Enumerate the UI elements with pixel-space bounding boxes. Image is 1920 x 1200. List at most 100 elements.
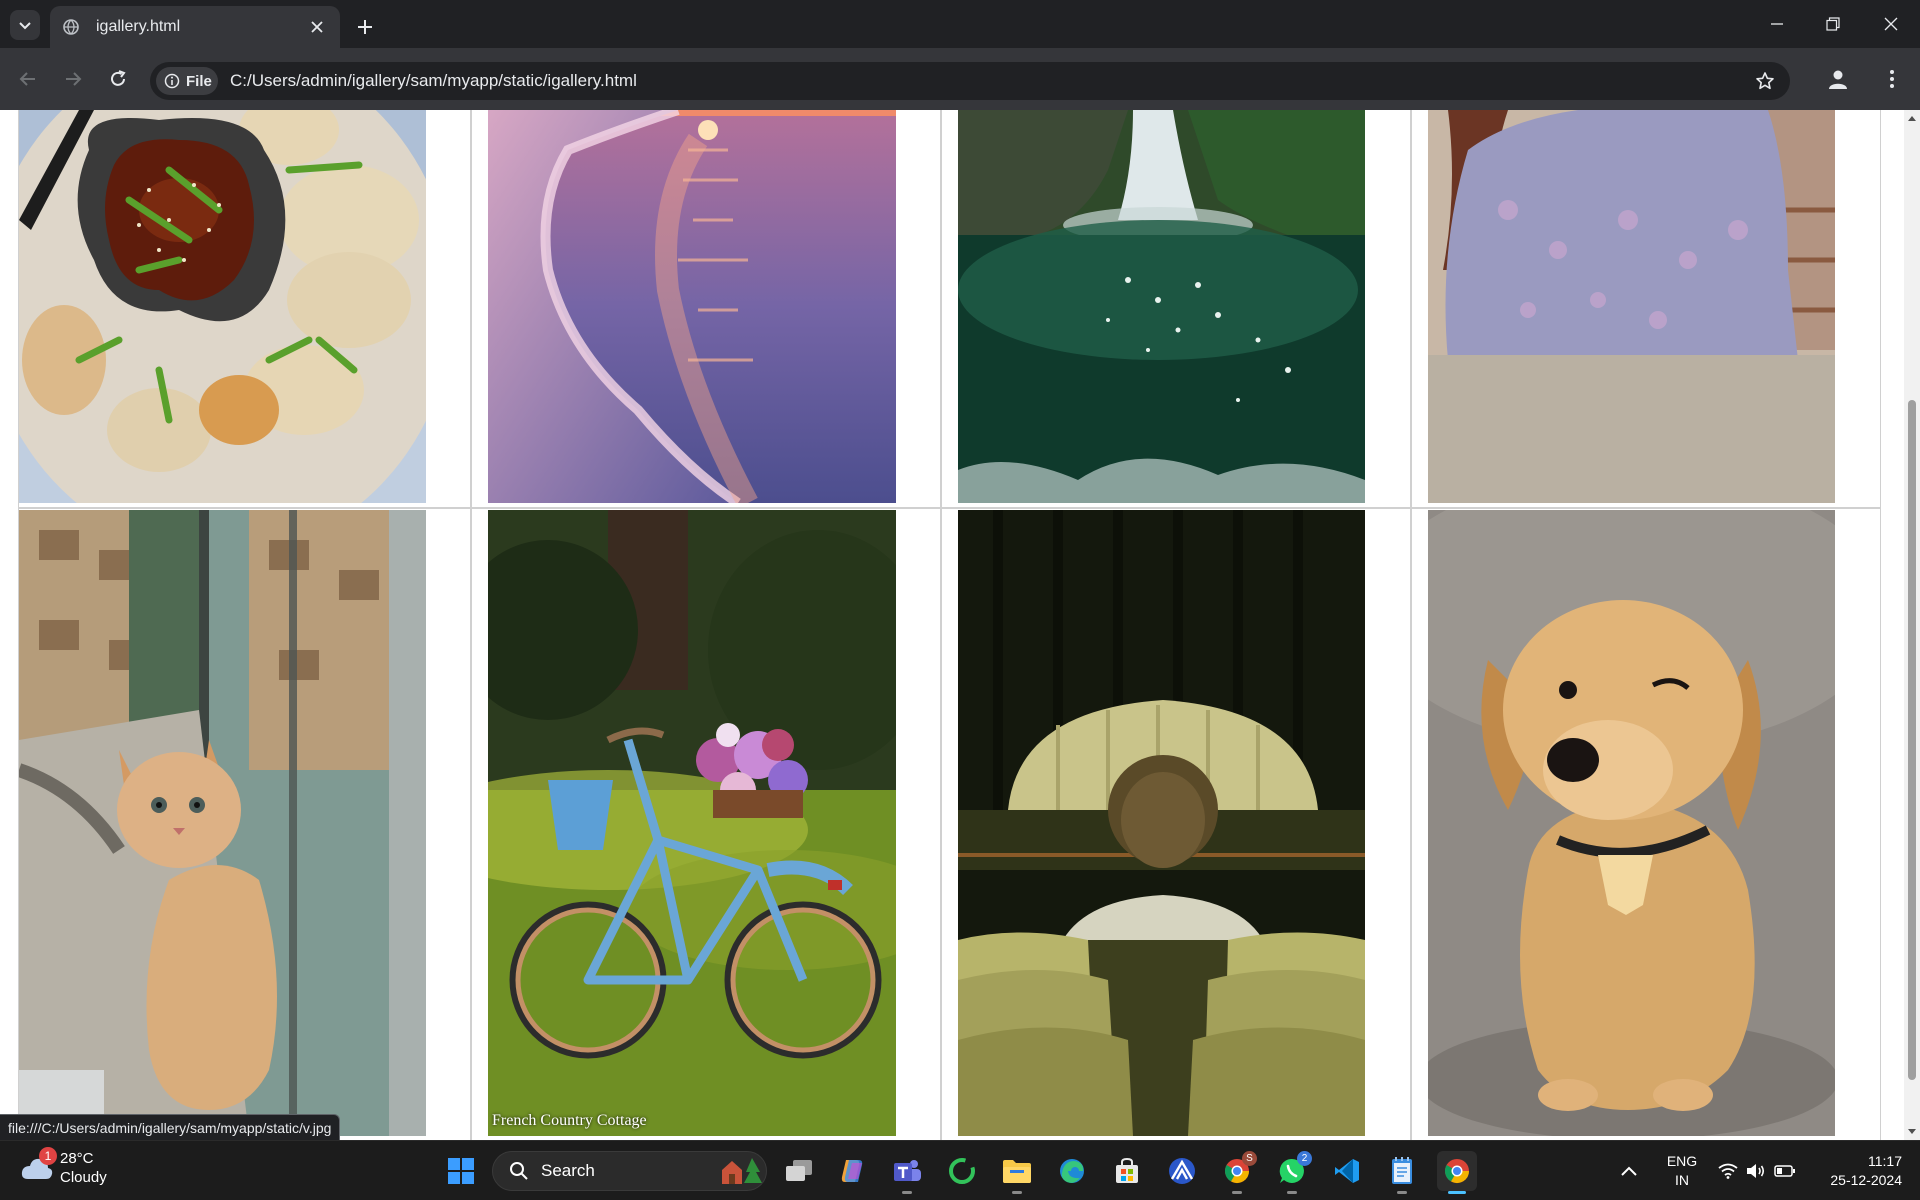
gallery-image-waterfall[interactable] (958, 110, 1365, 503)
profile-badge: S (1242, 1151, 1257, 1166)
notification-badge: 2 (1297, 1151, 1312, 1166)
tab-title: igallery.html (96, 18, 181, 35)
weather-condition: Cloudy (60, 1169, 107, 1186)
clock-date: 25-12-2024 (1830, 1172, 1902, 1188)
menu-dots-icon (1890, 70, 1894, 88)
language-indicator[interactable]: ENG IN (1662, 1152, 1702, 1190)
vertical-scrollbar[interactable] (1904, 110, 1920, 1140)
copilot-icon (841, 1160, 863, 1182)
running-indicator (1287, 1191, 1297, 1194)
new-tab-button[interactable] (350, 12, 380, 42)
back-button[interactable] (12, 63, 44, 95)
windows-start-icon (448, 1158, 474, 1184)
wifi-icon (1718, 1163, 1738, 1179)
restore-icon (1826, 17, 1840, 31)
region-code: IN (1675, 1172, 1689, 1188)
start-button[interactable] (441, 1151, 481, 1191)
scroll-up-arrow[interactable] (1908, 114, 1916, 122)
chip-label: File (186, 72, 212, 90)
clock-time: 11:17 (1868, 1153, 1902, 1169)
running-indicator (1397, 1191, 1407, 1194)
clock[interactable]: 11:17 25-12-2024 (1810, 1152, 1902, 1190)
url-text[interactable]: C:/Users/admin/igallery/sam/myapp/static… (230, 71, 637, 91)
close-icon[interactable] (306, 16, 328, 38)
active-tab[interactable]: igallery.html (50, 6, 340, 48)
language-code: ENG (1666, 1153, 1698, 1169)
speaker-icon (1747, 1164, 1765, 1178)
minimize-icon (1771, 23, 1783, 25)
gallery-image-theater[interactable] (958, 510, 1365, 1136)
search-label: Search (541, 1161, 595, 1180)
taskbar-search[interactable]: Search (492, 1151, 767, 1191)
running-indicator (1012, 1191, 1022, 1194)
search-icon (510, 1162, 528, 1180)
info-icon (164, 73, 180, 89)
chrome-icon (1444, 1159, 1469, 1184)
notepad-button[interactable] (1382, 1151, 1422, 1194)
back-arrow-icon (19, 72, 35, 86)
link-status-bar: file:///C:/Users/admin/igallery/sam/myap… (0, 1114, 341, 1140)
weather-badge: 1 (39, 1147, 57, 1165)
app-blue-button[interactable] (1162, 1151, 1202, 1191)
holiday-house-icon (722, 1158, 762, 1184)
edge-icon (1060, 1159, 1084, 1183)
reload-icon (111, 70, 126, 86)
app-circle-icon (949, 1158, 975, 1184)
tab-search-button[interactable] (10, 10, 40, 40)
app-green-button[interactable] (942, 1151, 982, 1191)
battery-icon (1774, 1165, 1795, 1177)
reload-button[interactable] (102, 63, 134, 95)
gallery-image-bicycle[interactable]: French Country Cottage (488, 510, 896, 1136)
chrome-profile-button[interactable]: S (1217, 1151, 1257, 1194)
tab-search-icon (19, 22, 31, 30)
minimize-button[interactable] (1754, 8, 1800, 40)
copilot-button[interactable] (832, 1151, 872, 1191)
gallery-image-dumplings[interactable] (19, 110, 426, 503)
image-caption: French Country Cottage (492, 1112, 647, 1129)
gallery-image-kitten[interactable] (19, 510, 426, 1136)
teams-button[interactable] (887, 1151, 927, 1194)
running-indicator (902, 1191, 912, 1194)
volume-status[interactable] (1746, 1141, 1766, 1200)
page-viewport: French Country Cottage (0, 110, 1920, 1140)
wifi-status[interactable] (1718, 1141, 1738, 1200)
teams-icon (894, 1160, 921, 1181)
active-indicator (1448, 1191, 1466, 1194)
bookmark-button[interactable] (1754, 70, 1776, 92)
site-info-chip[interactable]: File (156, 67, 218, 95)
address-bar[interactable]: File C:/Users/admin/igallery/sam/myapp/s… (150, 62, 1790, 100)
vscode-icon (1335, 1159, 1359, 1183)
globe-icon (62, 18, 80, 36)
app-peak-icon (1169, 1158, 1195, 1184)
forward-arrow-icon (66, 72, 82, 86)
profile-button[interactable] (1822, 63, 1854, 95)
task-view-icon (786, 1160, 812, 1181)
notepad-icon (1392, 1157, 1412, 1184)
weather-temp: 28°C (60, 1150, 94, 1167)
store-icon (1116, 1157, 1138, 1183)
gallery-image-puppy[interactable] (1428, 510, 1835, 1136)
close-window-icon (1884, 17, 1898, 31)
menu-button[interactable] (1876, 63, 1908, 95)
vscode-button[interactable] (1327, 1151, 1367, 1191)
battery-status[interactable] (1774, 1141, 1796, 1200)
tray-overflow-button[interactable] (1620, 1141, 1638, 1200)
folder-icon (1003, 1160, 1031, 1183)
scrollbar-thumb[interactable] (1908, 400, 1916, 1080)
forward-button[interactable] (57, 63, 89, 95)
edge-button[interactable] (1052, 1151, 1092, 1191)
restore-button[interactable] (1810, 8, 1856, 40)
whatsapp-button[interactable]: 2 (1272, 1151, 1312, 1194)
star-icon (1756, 72, 1774, 90)
chrome-button[interactable] (1437, 1151, 1477, 1194)
store-button[interactable] (1107, 1151, 1147, 1191)
gallery-image-person[interactable] (1428, 110, 1835, 503)
scroll-down-arrow[interactable] (1908, 1128, 1916, 1136)
plus-icon (358, 20, 372, 34)
weather-widget[interactable]: 1 28°C Cloudy (20, 1147, 107, 1187)
gallery-image-sunset-beach[interactable] (488, 110, 896, 503)
file-explorer-button[interactable] (997, 1151, 1037, 1194)
close-window-button[interactable] (1868, 8, 1914, 40)
profile-icon (1829, 70, 1847, 89)
task-view-button[interactable] (779, 1151, 819, 1191)
